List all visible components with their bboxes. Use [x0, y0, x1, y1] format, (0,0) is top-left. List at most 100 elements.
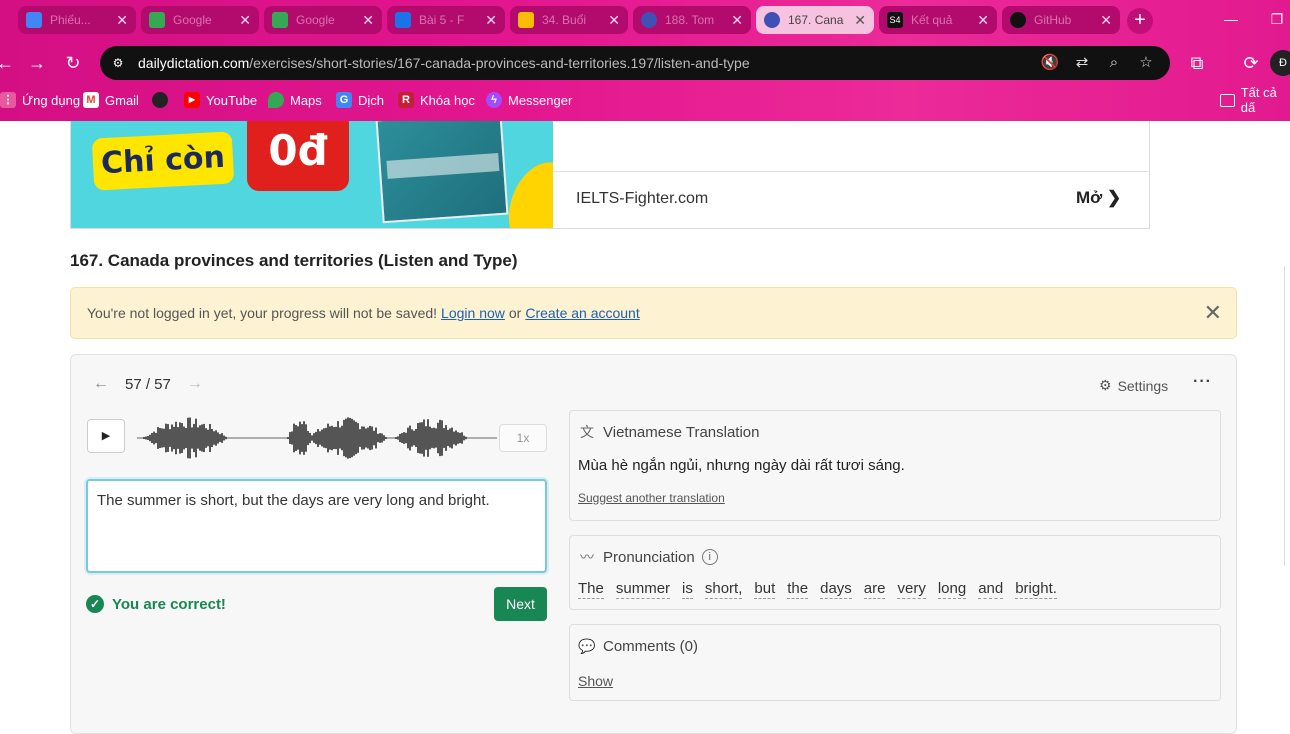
bookmark-youtube[interactable]: ▶ YouTube [184, 87, 257, 113]
tab-1[interactable]: Phiếu... ✕ [18, 6, 136, 34]
pronunciation-word[interactable]: the [787, 580, 809, 599]
bookmark-maps[interactable]: Maps [268, 87, 322, 113]
translate-icon[interactable]: ⇄ [1072, 53, 1092, 73]
waveform-bar [173, 426, 175, 450]
tab-2[interactable]: Google ✕ [141, 6, 259, 34]
settings-button[interactable]: ⚙ Settings [1099, 377, 1168, 394]
waveform-bar [353, 420, 355, 456]
bookmark-messenger[interactable]: ϟ Messenger [486, 87, 572, 113]
waveform-bar [359, 429, 361, 447]
new-tab-button[interactable]: + [1127, 8, 1153, 34]
pronunciation-word[interactable]: summer [615, 580, 671, 599]
tab-close-icon[interactable]: ✕ [977, 12, 989, 29]
waveform-bar [373, 430, 375, 446]
waveform-bar [335, 426, 337, 450]
tab-close-icon[interactable]: ✕ [854, 12, 866, 29]
bookmark-gmail[interactable]: M Gmail [83, 87, 139, 113]
address-bar[interactable]: ⚙ dailydictation.com/exercises/short-sto… [100, 46, 1170, 80]
close-icon[interactable]: ✕ [1204, 300, 1222, 326]
prev-arrow-icon[interactable]: ← [93, 375, 109, 393]
bookmark-github[interactable] [152, 87, 168, 113]
ad-open-button[interactable]: Mở ❯ [1076, 188, 1121, 208]
tab-4[interactable]: Bài 5 - F ✕ [387, 6, 505, 34]
waveform-bar [223, 435, 225, 441]
pronunciation-word[interactable]: but [754, 580, 776, 599]
next-button[interactable]: Next [494, 587, 547, 621]
bookmark-courses[interactable]: R Khóa học [398, 87, 475, 113]
tab-close-icon[interactable]: ✕ [485, 12, 497, 29]
tab-favicon-icon [149, 12, 165, 28]
pronunciation-word[interactable]: long [937, 580, 967, 599]
waveform-bar [311, 435, 313, 441]
create-account-link[interactable]: Create an account [525, 305, 639, 321]
tab-close-icon[interactable]: ✕ [608, 12, 620, 29]
waveform-bar [165, 423, 167, 453]
show-comments-link[interactable]: Show [578, 673, 613, 689]
pronunciation-word[interactable]: bright. [1015, 580, 1057, 599]
profile-avatar[interactable]: Đ [1270, 50, 1290, 76]
folder-icon [1220, 93, 1235, 107]
tab-3[interactable]: Google ✕ [264, 6, 382, 34]
bookmark-translate[interactable]: G Dịch [336, 87, 384, 113]
speed-selector[interactable]: 1x [499, 424, 547, 452]
suggest-translation-link[interactable]: Suggest another translation [578, 491, 725, 505]
sync-icon[interactable]: ⟳ [1238, 50, 1264, 76]
zoom-icon[interactable]: ⌕ [1104, 53, 1124, 73]
mute-icon[interactable]: 🔇 [1040, 53, 1060, 73]
tab-5[interactable]: 34. Buổi ✕ [510, 6, 628, 34]
waveform-bar [329, 426, 331, 450]
more-options-icon[interactable]: ··· [1193, 373, 1212, 391]
star-icon[interactable]: ☆ [1136, 53, 1156, 73]
url-text[interactable]: dailydictation.com/exercises/short-stori… [138, 55, 750, 71]
waveform-bar [349, 417, 351, 459]
waveform-bar [417, 423, 419, 453]
pronunciation-word[interactable]: The [578, 580, 604, 599]
tab-close-icon[interactable]: ✕ [731, 12, 743, 29]
all-bookmarks[interactable]: Tất cả dấ [1220, 85, 1290, 115]
waveform-bar [439, 419, 441, 457]
pronunciation-word[interactable]: very [897, 580, 926, 599]
back-icon[interactable]: ← [0, 50, 18, 76]
waveform-bar [323, 428, 325, 448]
restore-button[interactable]: ❐ [1254, 0, 1290, 40]
waveform-bar [379, 433, 381, 443]
bookmark-apps[interactable]: ⋮ Ứng dụng [0, 87, 80, 113]
minimize-button[interactable]: — [1208, 0, 1254, 40]
waveform-bar [447, 429, 449, 447]
waveform-bar [357, 423, 359, 453]
waveform-bar [147, 436, 149, 440]
site-info-icon[interactable]: ⚙ [108, 53, 128, 73]
pronunciation-word[interactable]: is [682, 580, 693, 599]
pronunciation-word[interactable]: short, [704, 580, 743, 599]
tab-close-icon[interactable]: ✕ [362, 12, 374, 29]
translation-text: Mùa hè ngắn ngủi, nhưng ngày dài rất tươ… [578, 457, 905, 474]
tab-close-icon[interactable]: ✕ [239, 12, 251, 29]
next-arrow-icon[interactable]: → [187, 375, 203, 393]
waveform-bar [459, 432, 461, 444]
tab-active[interactable]: 167. Cana ✕ [756, 6, 874, 34]
waveform-bar [435, 428, 437, 448]
ad-site[interactable]: IELTS-Fighter.com [576, 190, 708, 208]
pronunciation-word[interactable]: are [863, 580, 886, 599]
waveform-bar [337, 421, 339, 455]
tab-close-icon[interactable]: ✕ [116, 12, 128, 29]
ad-image[interactable]: Chỉ còn 0đ [71, 121, 553, 228]
answer-input[interactable]: The summer is short, but the days are ve… [86, 479, 547, 573]
tab-favicon-icon [272, 12, 288, 28]
tab-6[interactable]: 188. Tom ✕ [633, 6, 751, 34]
gmail-icon: M [83, 92, 99, 108]
tab-8[interactable]: S4 Kết quả ✕ [879, 6, 997, 34]
reload-icon[interactable]: ↻ [60, 50, 86, 76]
info-icon[interactable]: i [701, 549, 718, 565]
pronunciation-word[interactable]: days [820, 580, 852, 599]
tab-9[interactable]: GitHub ✕ [1002, 6, 1120, 34]
advertisement[interactable]: Chỉ còn 0đ IELTS-Fighter.com Mở ❯ [70, 121, 1150, 229]
pronunciation-word[interactable]: and [978, 580, 1004, 599]
tab-close-icon[interactable]: ✕ [1100, 12, 1112, 29]
forward-icon[interactable]: → [24, 50, 50, 76]
audio-waveform[interactable] [137, 415, 497, 461]
play-button[interactable]: ▶ [87, 419, 125, 453]
waveform-bar [351, 418, 353, 458]
extensions-icon[interactable]: ⧉ [1184, 50, 1210, 76]
login-link[interactable]: Login now [441, 305, 505, 321]
